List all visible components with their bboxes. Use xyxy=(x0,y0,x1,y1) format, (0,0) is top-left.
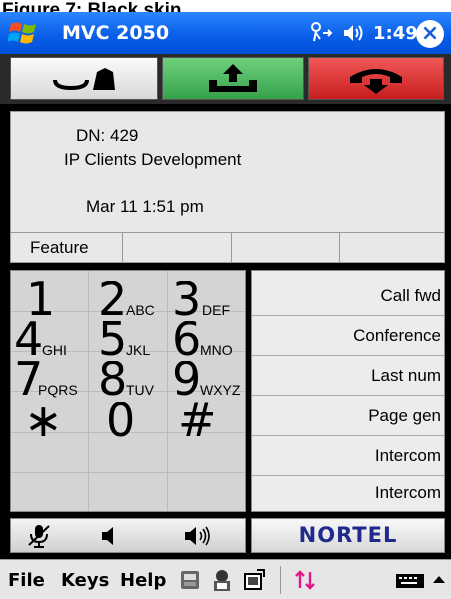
key-digit: 4 xyxy=(14,321,44,361)
volume-up-button[interactable] xyxy=(150,518,246,553)
softkey-feature[interactable]: Feature xyxy=(10,233,123,263)
feature-conference[interactable]: Conference xyxy=(251,316,445,356)
nortel-logo: NORTEL xyxy=(251,518,445,553)
feature-softkeys: Feature xyxy=(10,232,445,263)
key-letters: WXYZ xyxy=(200,382,241,398)
call-controls xyxy=(0,54,451,104)
feature-last-num[interactable]: Last num xyxy=(251,356,445,396)
keypad-divider xyxy=(11,472,245,473)
app-title: MVC 2050 xyxy=(62,22,170,44)
feature-call-fwd[interactable]: Call fwd xyxy=(251,276,445,316)
menu-help[interactable]: Help xyxy=(120,570,166,591)
menu-keys[interactable]: Keys xyxy=(61,570,109,591)
menu-divider xyxy=(280,566,281,594)
release-button[interactable] xyxy=(308,57,444,100)
title-bar: MVC 2050 1:49 × xyxy=(0,12,451,54)
menu-bar: File Keys Help xyxy=(0,559,451,599)
data-arrows-icon[interactable] xyxy=(293,568,317,592)
profile-icon[interactable] xyxy=(210,568,234,592)
key-5[interactable]: 5 JKL xyxy=(98,321,176,361)
windows-start-icon[interactable] xyxy=(8,18,40,48)
group-name: IP Clients Development xyxy=(64,150,242,169)
status-tray: 1:49 xyxy=(309,20,418,46)
key-letters: PQRS xyxy=(38,382,78,398)
date-time: Mar 11 1:51 pm xyxy=(86,197,204,216)
key-digit: 0 xyxy=(106,402,136,442)
menu-file[interactable]: File xyxy=(8,570,45,591)
key-letters: ABC xyxy=(126,302,155,318)
mute-mic-icon xyxy=(28,524,50,548)
handsfree-icon xyxy=(53,67,115,90)
key-digit: 1 xyxy=(26,281,56,321)
key-star[interactable]: ∗ xyxy=(14,402,92,442)
handsfree-button[interactable] xyxy=(10,57,158,100)
answer-icon xyxy=(209,63,257,92)
key-2[interactable]: 2 ABC xyxy=(98,281,176,321)
volume-down-button[interactable] xyxy=(66,518,150,553)
release-icon xyxy=(350,68,402,94)
volume-up-icon xyxy=(185,526,210,545)
clock-time[interactable]: 1:49 xyxy=(373,23,418,44)
key-hash[interactable]: # xyxy=(172,402,250,442)
menu-up-icon[interactable] xyxy=(430,568,448,592)
key-4[interactable]: 4 GHI xyxy=(14,321,92,361)
directory-number: DN: 429 xyxy=(76,126,139,145)
key-letters: JKL xyxy=(126,342,151,358)
volume-down-icon xyxy=(102,526,113,545)
key-letters: DEF xyxy=(202,302,230,318)
brand-text: NORTEL xyxy=(298,523,398,547)
key-letters: MNO xyxy=(200,342,233,358)
close-button[interactable]: × xyxy=(416,20,444,48)
key-digit: 6 xyxy=(172,321,202,361)
answer-button[interactable] xyxy=(162,57,304,100)
key-9[interactable]: 9 WXYZ xyxy=(172,361,250,401)
feature-intercom[interactable]: Intercom xyxy=(251,473,445,513)
close-icon: × xyxy=(420,21,440,46)
connectivity-icon[interactable] xyxy=(309,21,333,45)
key-3[interactable]: 3 DEF xyxy=(172,281,250,321)
key-digit: 2 xyxy=(98,281,128,321)
key-digit: 8 xyxy=(98,361,128,401)
feature-page-gen[interactable]: Page gen xyxy=(251,396,445,436)
key-7[interactable]: 7 PQRS xyxy=(14,361,92,401)
key-digit: # xyxy=(178,402,217,442)
contacts-icon[interactable] xyxy=(178,568,202,592)
softkey-3[interactable] xyxy=(232,233,340,263)
key-1[interactable]: 1 xyxy=(14,281,92,321)
settings-icon[interactable] xyxy=(242,568,266,592)
softkey-2[interactable] xyxy=(123,233,232,263)
key-0[interactable]: 0 xyxy=(98,402,176,442)
key-digit: 5 xyxy=(98,321,128,361)
key-letters: GHI xyxy=(42,342,67,358)
key-8[interactable]: 8 TUV xyxy=(98,361,176,401)
volume-icon[interactable] xyxy=(341,21,365,45)
key-letters: TUV xyxy=(126,382,154,398)
mute-button[interactable] xyxy=(12,518,66,553)
key-6[interactable]: 6 MNO xyxy=(172,321,250,361)
keyboard-icon[interactable] xyxy=(395,568,425,592)
key-digit: 9 xyxy=(172,361,202,401)
key-digit: 3 xyxy=(172,281,202,321)
softkey-4[interactable] xyxy=(340,233,445,263)
key-digit: ∗ xyxy=(24,402,63,442)
feature-intercom[interactable]: Intercom xyxy=(251,436,445,476)
